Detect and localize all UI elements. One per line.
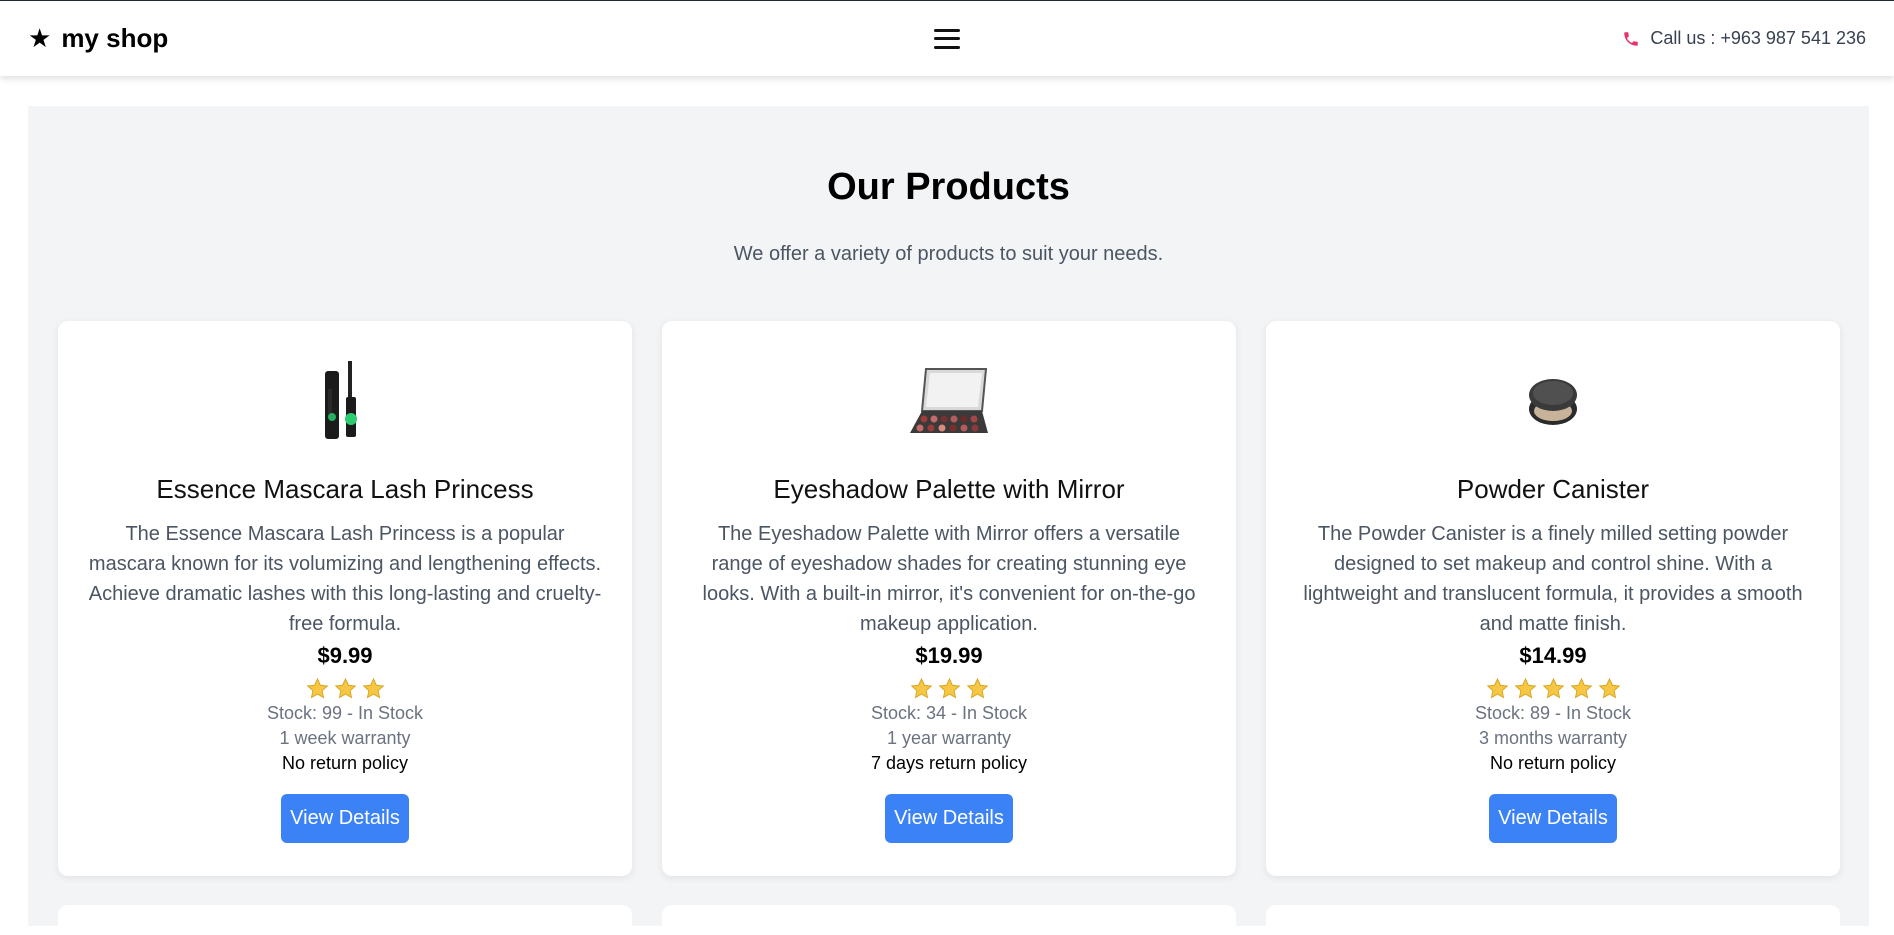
product-title: Eyeshadow Palette with Mirror (773, 474, 1125, 504)
product-return-policy: No return policy (281, 753, 409, 773)
star-icon (938, 677, 960, 699)
star-icon: ★ (28, 23, 52, 53)
star-icon (1598, 677, 1620, 699)
product-description: The Eyeshadow Palette with Mirror offers… (702, 523, 1196, 635)
product-image[interactable] (1296, 359, 1810, 444)
product-card (662, 905, 1236, 935)
star-icon (362, 677, 384, 699)
eyeshadow-palette-image (910, 367, 988, 433)
star-icon (306, 677, 328, 699)
product-card (58, 905, 632, 935)
navbar: ★ my shop Call us : +963 987 541 236 (0, 1, 1894, 76)
star-icon (1486, 677, 1508, 699)
rating-stars (692, 677, 1206, 701)
product-warranty: 3 months warranty (1478, 728, 1628, 748)
product-stock: Stock: 99 - In Stock (266, 703, 424, 723)
star-icon (1514, 677, 1536, 699)
product-return-policy: No return policy (1489, 753, 1617, 773)
next-row-cards (58, 905, 1840, 935)
page-title: Our Products (827, 166, 1070, 208)
star-icon (1542, 677, 1564, 699)
product-card: Essence Mascara Lash Princess The Essenc… (58, 321, 632, 876)
mascara-image (325, 361, 357, 439)
product-price: $19.99 (915, 643, 983, 668)
product-stock: Stock: 89 - In Stock (1474, 703, 1632, 723)
products-section: Our Products We offer a variety of produ… (28, 106, 1869, 935)
view-details-button[interactable]: View Details (1489, 794, 1617, 843)
call-us: Call us : +963 987 541 236 (1566, 28, 1866, 49)
view-details-button[interactable]: View Details (281, 794, 409, 843)
star-icon (1570, 677, 1592, 699)
product-image[interactable] (88, 359, 602, 444)
product-grid: Essence Mascara Lash Princess The Essenc… (58, 321, 1840, 876)
product-image[interactable] (692, 359, 1206, 444)
brand-name: my shop (61, 23, 169, 53)
rating-stars (1296, 677, 1810, 701)
product-title: Essence Mascara Lash Princess (156, 474, 534, 504)
product-price: $9.99 (317, 643, 373, 668)
star-icon (966, 677, 988, 699)
product-return-policy: 7 days return policy (870, 753, 1028, 773)
call-us-text: Call us : +963 987 541 236 (1650, 28, 1866, 48)
product-card (1266, 905, 1840, 935)
star-icon (334, 677, 356, 699)
product-title: Powder Canister (1456, 474, 1650, 504)
product-card: Eyeshadow Palette with Mirror The Eyesha… (662, 321, 1236, 876)
hamburger-icon[interactable] (934, 28, 960, 49)
phone-icon (1624, 31, 1639, 46)
brand-logo[interactable]: ★ my shop (28, 23, 328, 54)
product-warranty: 1 year warranty (886, 728, 1012, 748)
product-description: The Essence Mascara Lash Princess is a p… (88, 523, 602, 635)
product-price: $14.99 (1519, 643, 1587, 668)
powder-canister-image (1529, 378, 1577, 425)
view-details-button[interactable]: View Details (885, 794, 1013, 843)
product-stock: Stock: 34 - In Stock (870, 703, 1028, 723)
product-warranty: 1 week warranty (279, 728, 411, 748)
rating-stars (88, 677, 602, 701)
star-icon (910, 677, 932, 699)
page-subtitle: We offer a variety of products to suit y… (733, 243, 1164, 265)
product-card: Powder Canister The Powder Canister is a… (1266, 321, 1840, 876)
product-description: The Powder Canister is a finely milled s… (1303, 523, 1803, 635)
